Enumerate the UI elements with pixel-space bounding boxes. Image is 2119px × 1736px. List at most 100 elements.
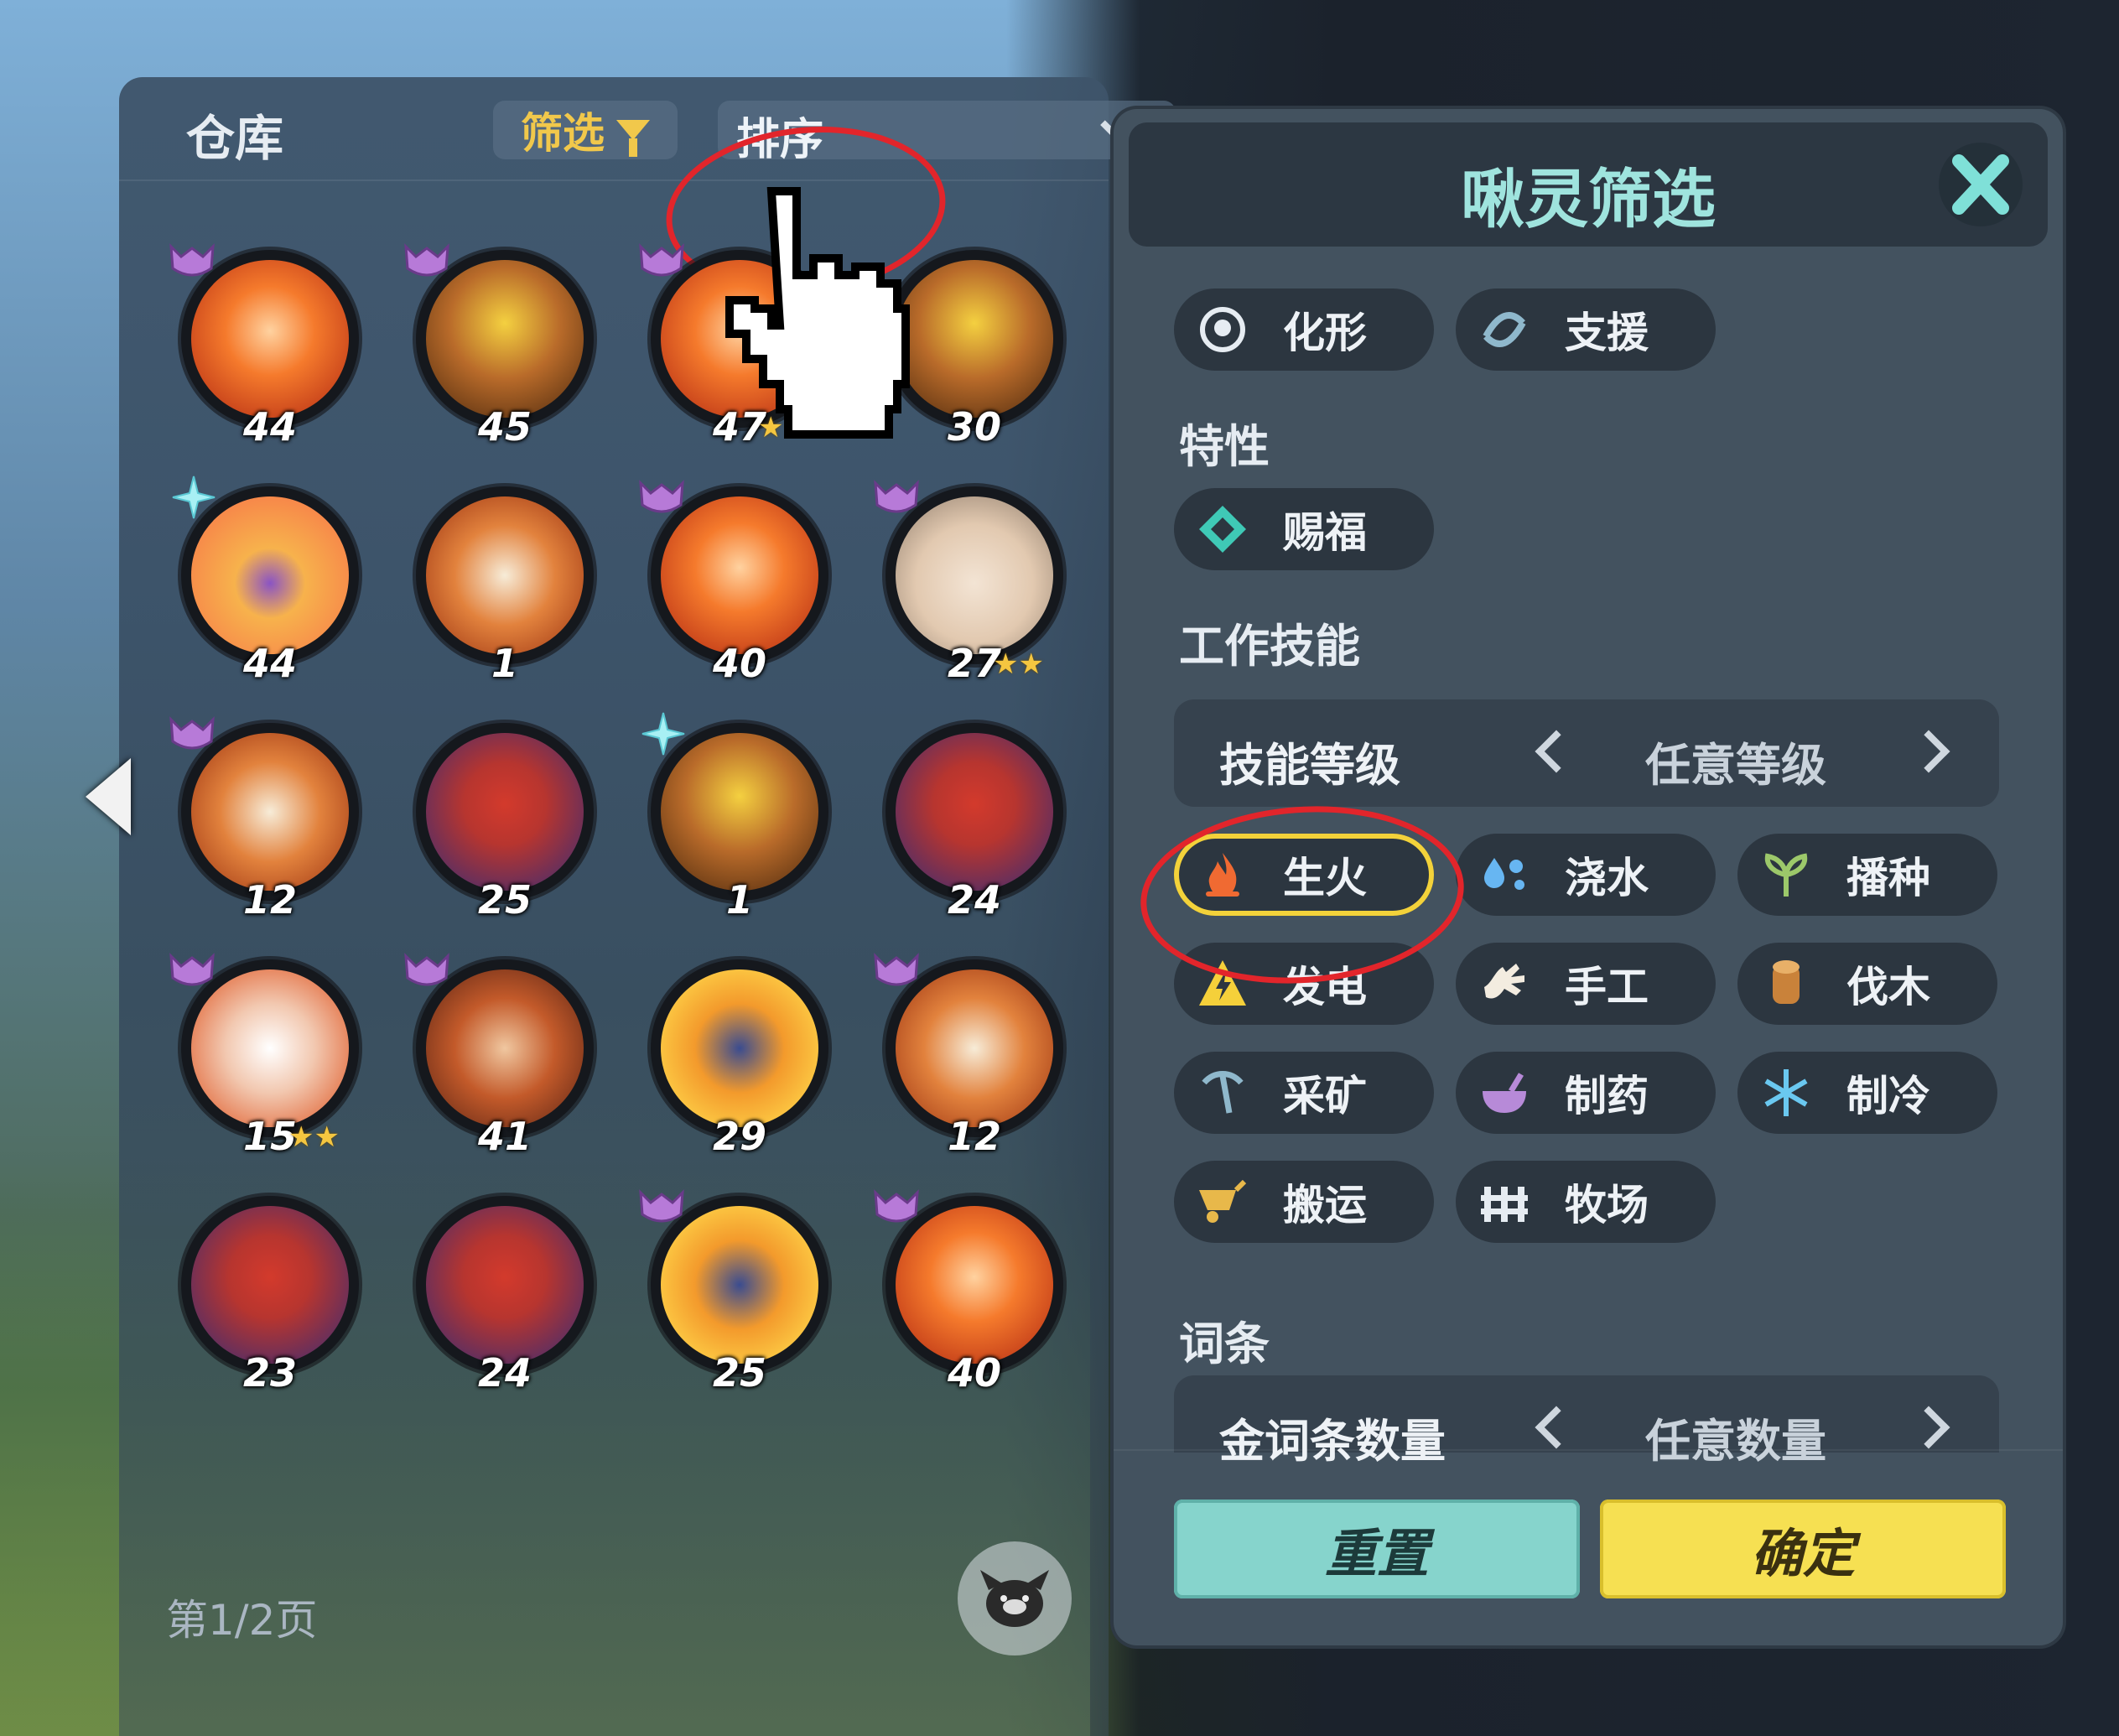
hand-cursor-icon (725, 187, 910, 439)
storage-title: 仓库 (186, 110, 284, 167)
pal-slot[interactable]: 25 (416, 723, 594, 923)
pal-slot[interactable]: 27 ★★ (874, 480, 1063, 686)
chevron-right-icon[interactable] (1907, 1406, 1950, 1449)
chip-label: 化形 (1283, 309, 1367, 357)
trait-section-label: 特性 (1179, 420, 1270, 473)
pal-portrait (426, 1206, 584, 1364)
star-rank-icon: ★★ (288, 1120, 340, 1154)
pal-slot[interactable]: 1 (641, 712, 828, 923)
pal-box-button[interactable] (958, 1541, 1072, 1655)
skill-chip-label: 牧场 (1565, 1181, 1649, 1229)
pal-level: 23 (242, 1350, 298, 1396)
pal-slot[interactable]: 44 (169, 243, 359, 450)
pal-level: 44 (242, 404, 298, 450)
skill-chip-ranch[interactable]: 牧场 (1456, 1161, 1716, 1243)
alpha-crown-icon (639, 480, 684, 513)
skill-chip-cart[interactable]: 搬运 (1174, 1161, 1434, 1243)
pal-filter-panel: 啾灵筛选 化形 支援 特性 赐福 工作技能 技能等级 任意等级 生火 浇水 播种 发电 (1114, 109, 2063, 1645)
skill-chip-label: 手工 (1565, 963, 1649, 1011)
skill-chip-water[interactable]: 浇水 (1456, 834, 1716, 916)
funnel-icon (616, 120, 650, 157)
pal-level: 40 (712, 641, 767, 686)
pal-portrait (896, 1206, 1053, 1364)
alpha-crown-icon (874, 480, 919, 513)
pal-slot[interactable]: 25 (639, 1189, 828, 1396)
pal-portrait (896, 496, 1053, 654)
pal-slot[interactable]: 41 (404, 953, 594, 1159)
alpha-crown-icon (639, 1189, 684, 1223)
medicine-icon (1483, 1073, 1526, 1113)
pal-slot[interactable]: 23 (181, 1196, 359, 1396)
water-icon (1484, 858, 1524, 890)
pal-portrait (426, 260, 584, 418)
pal-portrait (191, 496, 349, 654)
chip-support[interactable]: 支援 (1456, 288, 1716, 371)
pal-slot[interactable]: 12 (874, 953, 1063, 1159)
sparkle-icon (172, 476, 216, 519)
pal-slot[interactable]: 40 (639, 480, 828, 686)
filter-label: 筛选 (521, 109, 605, 158)
confirm-button[interactable]: 确定 (1600, 1500, 2006, 1598)
skill-chip-handiwork[interactable]: 手工 (1456, 943, 1716, 1025)
pal-level: 24 (477, 1350, 532, 1396)
pickaxe-icon (1202, 1071, 1244, 1114)
previous-page-arrow-icon[interactable] (86, 758, 131, 835)
pal-level: 41 (477, 1114, 532, 1159)
support-icon (1483, 312, 1526, 347)
pal-portrait (896, 733, 1053, 891)
skill-chip-label: 播种 (1846, 854, 1930, 902)
pal-face-icon (980, 1570, 1049, 1627)
pal-level: 25 (712, 1350, 767, 1396)
pal-slot[interactable]: 15 ★★ (169, 953, 359, 1159)
alpha-crown-icon (404, 953, 449, 986)
pal-slot[interactable]: 24 (416, 1196, 594, 1396)
chevron-left-icon[interactable] (1535, 1406, 1578, 1449)
chevron-left-icon[interactable] (1535, 730, 1578, 773)
blessing-icon (1199, 506, 1246, 553)
footer-divider (1114, 1449, 2063, 1451)
pal-slot[interactable]: 12 (169, 716, 359, 923)
alpha-crown-icon (169, 716, 215, 750)
pal-slot[interactable]: 24 (886, 723, 1063, 923)
close-icon[interactable] (1937, 141, 2024, 228)
gold-affix-value: 任意数量 (1645, 1415, 1826, 1468)
skill-chip-snowflake[interactable]: 制冷 (1737, 1052, 1997, 1134)
chip-blessing[interactable]: 赐福 (1174, 488, 1434, 570)
pal-slot[interactable]: 44 (172, 476, 359, 686)
ranch-icon (1481, 1187, 1528, 1222)
skill-chip-medicine[interactable]: 制药 (1456, 1052, 1716, 1134)
pal-portrait (661, 733, 818, 891)
pal-level: 40 (947, 1350, 1002, 1396)
skill-chip-sprout[interactable]: 播种 (1737, 834, 1997, 916)
pal-portrait (661, 1206, 818, 1364)
skill-chip-label: 搬运 (1283, 1181, 1367, 1229)
pal-portrait (191, 969, 349, 1127)
skill-level-value: 任意等级 (1645, 739, 1826, 792)
pal-portrait (426, 969, 584, 1127)
filter-button[interactable]: 筛选 (493, 101, 678, 159)
pal-slot[interactable]: 29 (651, 959, 828, 1159)
reset-button[interactable]: 重置 (1174, 1500, 1580, 1598)
skill-level-selector[interactable]: 技能等级 任意等级 (1174, 699, 1999, 807)
skill-chip-label: 浇水 (1565, 854, 1649, 902)
pal-slot[interactable]: 1 (416, 486, 594, 686)
pal-slot[interactable]: 45 (404, 243, 594, 450)
pal-slot[interactable]: 40 (874, 1189, 1063, 1396)
pal-level: 24 (947, 877, 1002, 923)
pal-level: 12 (947, 1114, 1002, 1159)
pal-level: 1 (491, 641, 519, 686)
snowflake-icon (1764, 1069, 1808, 1116)
log-icon (1773, 960, 1800, 1004)
pal-level: 12 (242, 877, 298, 923)
pal-portrait (191, 1206, 349, 1364)
chip-label: 赐福 (1283, 508, 1367, 557)
star-rank-icon: ★★ (993, 647, 1044, 681)
chip-transform[interactable]: 化形 (1174, 288, 1434, 371)
gold-affix-selector[interactable]: 金词条数量 任意数量 (1174, 1375, 1999, 1468)
skill-chip-log[interactable]: 伐木 (1737, 943, 1997, 1025)
pal-level: 45 (477, 404, 532, 450)
chevron-right-icon[interactable] (1907, 730, 1950, 773)
cart-icon (1199, 1179, 1247, 1223)
alpha-crown-icon (404, 243, 449, 277)
skill-chip-pickaxe[interactable]: 采矿 (1174, 1052, 1434, 1134)
